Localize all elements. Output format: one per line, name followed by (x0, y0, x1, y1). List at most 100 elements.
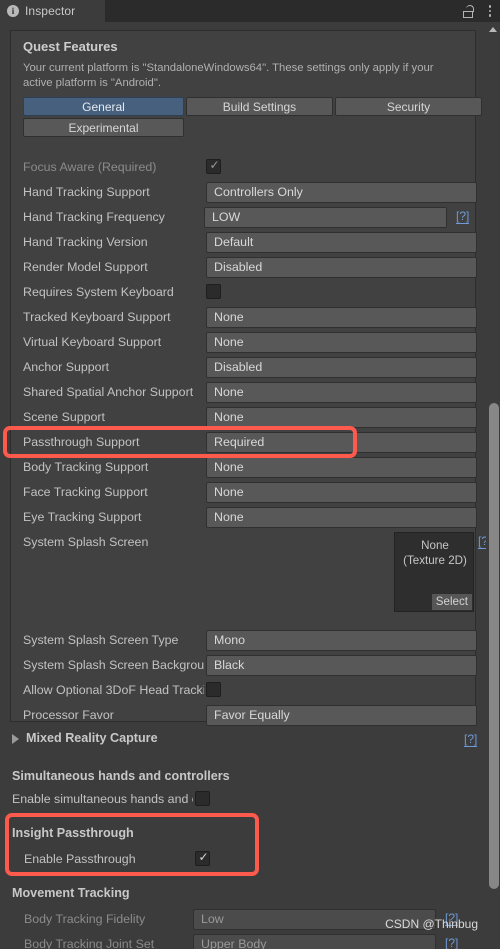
row-shared-spatial-anchor-support: Shared Spatial Anchor Support None (23, 380, 477, 405)
checkbox-requires-system-keyboard[interactable] (206, 284, 221, 299)
inspector-content: Quest Features Your current platform is … (0, 22, 486, 949)
checkbox-allow-optional-3dof-head-tracking[interactable] (206, 682, 221, 697)
dropdown-system-splash-screen-background[interactable]: Black (206, 655, 477, 676)
select-button[interactable]: Select (431, 594, 472, 610)
label-system-splash-screen-background: System Splash Screen Background (23, 658, 204, 672)
row-passthrough-support: Passthrough Support Required (23, 430, 477, 455)
dropdown-body-tracking-support[interactable]: None (206, 457, 477, 478)
section-movement-tracking: Movement Tracking (12, 884, 130, 902)
label-scene-support: Scene Support (23, 410, 105, 424)
label-face-tracking-support: Face Tracking Support (23, 485, 148, 499)
label-body-tracking-support: Body Tracking Support (23, 460, 149, 474)
row-face-tracking-support: Face Tracking Support None (23, 480, 477, 505)
row-processor-favor: Processor Favor Favor Equally (23, 703, 477, 728)
label-eye-tracking-support: Eye Tracking Support (23, 510, 142, 524)
row-hand-tracking-version: Hand Tracking Version Default (23, 230, 477, 255)
scrollbar-thumb[interactable] (489, 403, 499, 889)
row-scene-support: Scene Support None (23, 405, 477, 430)
row-system-splash-screen: System Splash Screen None (Texture 2D) S… (23, 530, 486, 616)
page-title: Quest Features (23, 39, 118, 54)
label-passthrough-support: Passthrough Support (23, 435, 140, 449)
chevron-right-icon[interactable] (12, 734, 19, 744)
row-enable-passthrough: Enable Passthrough ✓ (12, 847, 466, 872)
dropdown-anchor-support[interactable]: Disabled (206, 357, 477, 378)
dropdown-tracked-keyboard-support[interactable]: None (206, 307, 477, 328)
tab-general[interactable]: General (23, 97, 184, 116)
help-hand-tracking-frequency[interactable]: [?] (456, 210, 470, 224)
help-system-splash-screen[interactable]: [?] (478, 535, 486, 549)
row-body-tracking-joint-set: Body Tracking Joint Set Upper Body [?] (12, 932, 466, 949)
dropdown-virtual-keyboard-support[interactable]: None (206, 332, 477, 353)
section-simultaneous-label: Simultaneous hands and controllers (12, 769, 230, 783)
info-icon: i (7, 5, 19, 17)
lock-open-icon[interactable] (462, 4, 474, 18)
row-enable-simultaneous-hands: Enable simultaneous hands and controller… (12, 787, 466, 812)
dropdown-body-tracking-joint-set[interactable]: Upper Body (193, 934, 436, 949)
row-hand-tracking-frequency: Hand Tracking Frequency LOW [?] (23, 205, 477, 230)
label-requires-system-keyboard: Requires System Keyboard (23, 285, 174, 299)
section-movement-tracking-label: Movement Tracking (12, 886, 130, 900)
dropdown-hand-tracking-frequency[interactable]: LOW (204, 207, 447, 228)
tab-inspector-label: Inspector (25, 4, 76, 18)
row-body-tracking-support: Body Tracking Support None (23, 455, 477, 480)
tab-build-settings[interactable]: Build Settings (186, 97, 333, 116)
tabbar-actions (462, 0, 495, 22)
row-system-splash-screen-background: System Splash Screen Background Black (23, 653, 477, 678)
row-virtual-keyboard-support: Virtual Keyboard Support None (23, 330, 477, 355)
kebab-menu-icon[interactable] (486, 3, 495, 19)
label-hand-tracking-support: Hand Tracking Support (23, 185, 150, 199)
label-focus-aware: Focus Aware (Required) (23, 160, 157, 174)
label-allow-optional-3dof-head-tracking: Allow Optional 3DoF Head Tracking (23, 683, 204, 697)
objectfield-value: None (421, 539, 449, 552)
row-focus-aware: Focus Aware (Required) ✓ (23, 155, 477, 180)
window-tabbar: i Inspector (0, 0, 500, 22)
label-virtual-keyboard-support: Virtual Keyboard Support (23, 335, 162, 349)
dropdown-render-model-support[interactable]: Disabled (206, 257, 477, 278)
dropdown-passthrough-support[interactable]: Required (206, 432, 477, 453)
label-hand-tracking-frequency: Hand Tracking Frequency (23, 210, 165, 224)
dropdown-hand-tracking-version[interactable]: Default (206, 232, 477, 253)
tab-security[interactable]: Security (335, 97, 482, 116)
row-allow-optional-3dof-head-tracking: Allow Optional 3DoF Head Tracking (23, 678, 477, 703)
label-system-splash-screen: System Splash Screen (23, 535, 149, 549)
quest-features-card: Quest Features Your current platform is … (10, 30, 486, 726)
tab-inspector[interactable]: i Inspector (0, 0, 105, 22)
dropdown-face-tracking-support[interactable]: None (206, 482, 477, 503)
scrollbar[interactable] (486, 22, 500, 949)
help-mixed-reality-capture[interactable]: [?] (464, 733, 478, 747)
row-anchor-support: Anchor Support Disabled (23, 355, 477, 380)
objectfield-type: (Texture 2D) (403, 554, 467, 567)
label-shared-spatial-anchor-support: Shared Spatial Anchor Support (23, 385, 194, 399)
dropdown-processor-favor[interactable]: Favor Equally (206, 705, 477, 726)
dropdown-shared-spatial-anchor-support[interactable]: None (206, 382, 477, 403)
row-requires-system-keyboard: Requires System Keyboard (23, 280, 477, 305)
dropdown-eye-tracking-support[interactable]: None (206, 507, 477, 528)
inspector-window: i Inspector Quest Features Your current … (0, 0, 500, 949)
checkbox-enable-passthrough[interactable]: ✓ (195, 851, 210, 866)
help-body-tracking-joint-set[interactable]: [?] (445, 937, 458, 949)
row-render-model-support: Render Model Support Disabled (23, 255, 477, 280)
tab-experimental[interactable]: Experimental (23, 118, 184, 137)
section-insight-passthrough-label: Insight Passthrough (12, 826, 134, 840)
dropdown-scene-support[interactable]: None (206, 407, 477, 428)
row-hand-tracking-support: Hand Tracking Support Controllers Only (23, 180, 477, 205)
label-system-splash-screen-type: System Splash Screen Type (23, 633, 179, 647)
scroll-up-arrow-icon[interactable] (489, 27, 497, 32)
checkbox-focus-aware[interactable]: ✓ (206, 159, 221, 174)
objectfield-system-splash-screen[interactable]: None (Texture 2D) Select (394, 532, 474, 612)
label-render-model-support: Render Model Support (23, 260, 148, 274)
section-insight-passthrough: Insight Passthrough (12, 824, 134, 842)
row-tracked-keyboard-support: Tracked Keyboard Support None (23, 305, 477, 330)
row-system-splash-screen-type: System Splash Screen Type Mono (23, 628, 477, 653)
dropdown-system-splash-screen-type[interactable]: Mono (206, 630, 477, 651)
dropdown-hand-tracking-support[interactable]: Controllers Only (206, 182, 477, 203)
watermark: CSDN @Thinbug (385, 917, 478, 931)
label-enable-passthrough: Enable Passthrough (24, 852, 136, 866)
label-body-tracking-joint-set: Body Tracking Joint Set (24, 937, 155, 949)
section-simultaneous-hands-and-controllers: Simultaneous hands and controllers (12, 767, 230, 785)
checkbox-enable-simultaneous-hands[interactable] (195, 791, 210, 806)
platform-warning-text: Your current platform is "StandaloneWind… (23, 62, 434, 89)
section-mixed-reality-capture[interactable]: Mixed Reality Capture (12, 729, 158, 747)
section-mixed-reality-capture-label: Mixed Reality Capture (26, 731, 158, 745)
label-enable-simultaneous-hands: Enable simultaneous hands and controller… (12, 792, 193, 806)
